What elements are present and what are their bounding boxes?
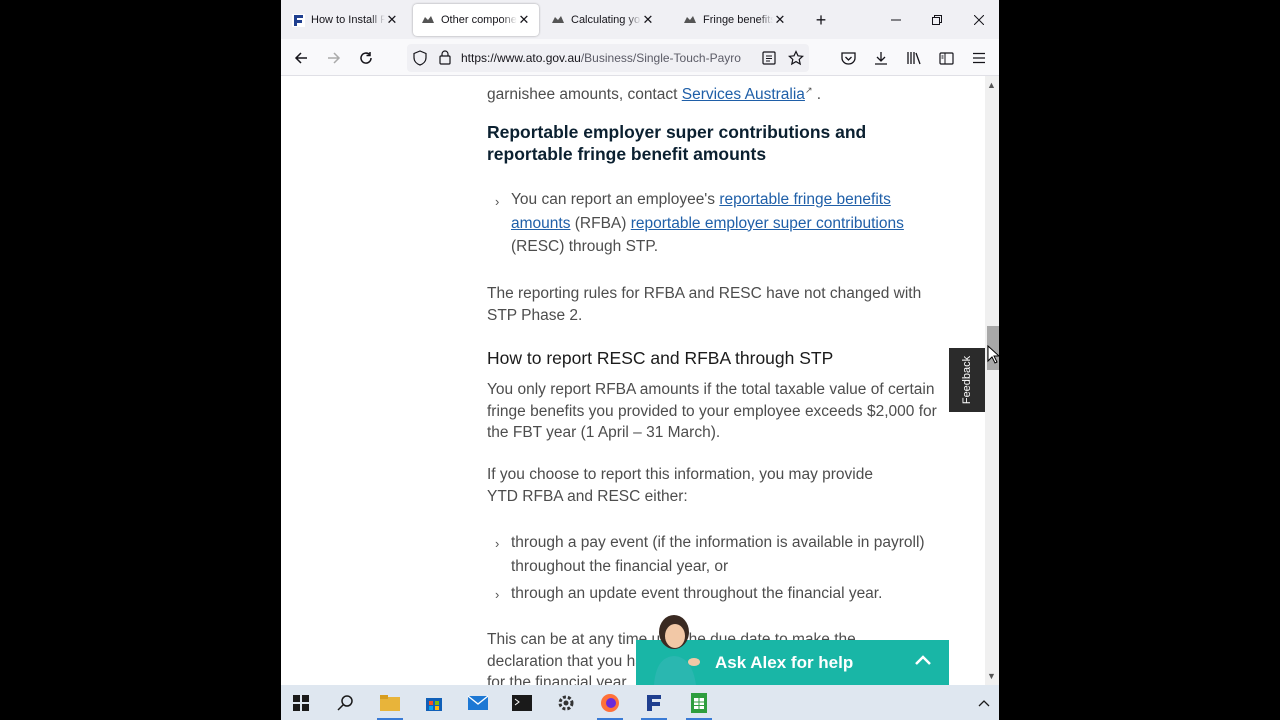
ato-crest-icon: [551, 13, 565, 27]
tab-title: Fringe benefits ta: [703, 14, 773, 26]
settings-gear-icon[interactable]: [551, 689, 581, 717]
spreadsheet-icon[interactable]: [684, 689, 714, 720]
menu-icon[interactable]: [969, 48, 989, 68]
shield-icon[interactable]: [413, 50, 427, 71]
reader-view-icon[interactable]: [762, 51, 776, 70]
windows-start-icon[interactable]: [286, 689, 316, 717]
tab-install[interactable]: How to Install Fr ✕: [283, 4, 407, 36]
close-window-icon[interactable]: [969, 10, 989, 30]
chevron-right-icon: ›: [495, 194, 500, 209]
tab-calculating[interactable]: Calculating your ✕: [543, 4, 663, 36]
chevron-right-icon: ›: [495, 587, 500, 602]
paragraph: You only report RFBA amounts if the tota…: [487, 381, 937, 441]
pocket-icon[interactable]: [838, 48, 858, 68]
text: (RFBA): [574, 214, 627, 232]
list-item: through a pay event (if the information …: [511, 534, 925, 575]
chevron-right-icon: ›: [495, 536, 500, 551]
text: .: [816, 86, 822, 104]
resc-link[interactable]: reportable employer super contributions: [631, 215, 904, 232]
store-icon[interactable]: [419, 689, 449, 717]
top-line: garnishee amounts, contact Services Aust…: [487, 80, 952, 106]
navigation-bar: https://www.ato.gov.au/Business/Single-T…: [281, 39, 999, 76]
restore-icon[interactable]: [927, 10, 947, 30]
url-text[interactable]: https://www.ato.gov.au/Business/Single-T…: [461, 51, 751, 65]
sidebar-icon[interactable]: [936, 48, 956, 68]
tab-other-components[interactable]: Other componen ✕: [413, 4, 539, 36]
back-icon[interactable]: [291, 48, 311, 68]
browser-window: How to Install Fr ✕ Other componen ✕ Cal…: [281, 0, 999, 685]
section-heading: Reportable employer super contributions …: [487, 122, 867, 164]
search-icon[interactable]: [330, 689, 360, 717]
download-icon[interactable]: [871, 48, 891, 68]
text: You can report an employee's: [511, 191, 716, 208]
subheading: How to report RESC and RFBA through STP: [487, 348, 834, 368]
scroll-down-icon[interactable]: ▼: [987, 671, 996, 681]
file-explorer-icon[interactable]: [375, 689, 405, 720]
ask-alex-label: Ask Alex for help: [715, 653, 854, 672]
library-icon[interactable]: [903, 48, 923, 68]
text: (RESC) through STP.: [511, 238, 659, 255]
tab-title: How to Install Fr: [311, 14, 385, 26]
close-tab-icon[interactable]: ✕: [641, 12, 655, 28]
scroll-up-icon[interactable]: ▲: [987, 80, 996, 90]
scrollbar[interactable]: ▲ ▼: [985, 76, 999, 685]
page-content: garnishee amounts, contact Services Aust…: [281, 76, 985, 685]
mouse-cursor-icon: [987, 345, 999, 364]
lock-icon[interactable]: [439, 50, 451, 70]
new-tab-icon[interactable]: +: [811, 10, 831, 30]
services-australia-link[interactable]: Services Australia: [682, 86, 805, 103]
feedback-label: Feedback: [961, 355, 973, 405]
tab-strip: How to Install Fr ✕ Other componen ✕ Cal…: [281, 0, 999, 39]
reload-icon[interactable]: [356, 48, 376, 68]
alex-avatar-icon: [654, 615, 700, 685]
firefox-icon[interactable]: [595, 689, 625, 720]
close-tab-icon[interactable]: ✕: [517, 12, 531, 28]
ato-crest-icon: [421, 13, 435, 27]
tab-fringe-benefits[interactable]: Fringe benefits ta ✕: [675, 4, 795, 36]
url-bar[interactable]: https://www.ato.gov.au/Business/Single-T…: [407, 44, 809, 72]
f-logo-icon: [291, 13, 305, 27]
chevron-up-icon[interactable]: [914, 650, 932, 671]
taskbar: [281, 685, 999, 720]
paragraph: If you choose to report this information…: [487, 466, 873, 505]
feedback-button[interactable]: Feedback: [949, 348, 985, 412]
terminal-icon[interactable]: [507, 689, 537, 717]
f-app-icon[interactable]: [639, 689, 669, 720]
paragraph: The reporting rules for RFBA and RESC ha…: [487, 285, 922, 324]
close-tab-icon[interactable]: ✕: [773, 12, 787, 28]
chevron-up-icon[interactable]: [969, 689, 999, 717]
minimize-icon[interactable]: [886, 10, 906, 30]
tab-title: Other componen: [441, 14, 517, 26]
ato-crest-icon: [683, 13, 697, 27]
list-item: You can report an employee's reportable …: [511, 188, 951, 259]
list-item: through an update event throughout the f…: [511, 585, 883, 602]
close-tab-icon[interactable]: ✕: [385, 12, 399, 28]
external-link-icon: ↗: [804, 85, 813, 95]
bookmark-star-icon[interactable]: [788, 50, 804, 71]
forward-icon[interactable]: [324, 48, 344, 68]
mail-icon[interactable]: [463, 689, 493, 717]
tab-title: Calculating your: [571, 14, 641, 26]
text: garnishee amounts, contact: [487, 86, 678, 104]
